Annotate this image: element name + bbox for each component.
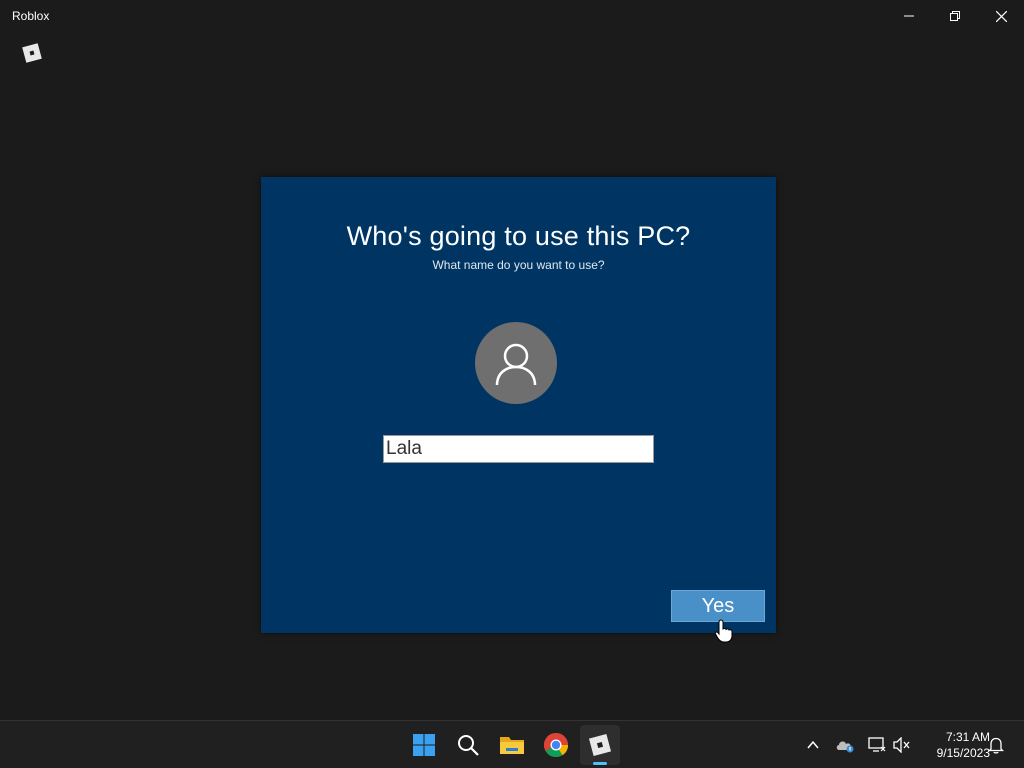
minimize-button[interactable]: [886, 0, 932, 32]
clock-time: 7:31 AM: [945, 730, 990, 744]
active-app-indicator: [593, 762, 607, 765]
roblox-taskbar-button[interactable]: [580, 725, 620, 765]
user-icon: [495, 343, 537, 386]
bell-icon: [988, 737, 1004, 754]
hand-cursor-icon: [714, 619, 733, 643]
minimize-icon: [904, 15, 914, 17]
roblox-menu-button[interactable]: [19, 40, 45, 66]
network-button[interactable]: [865, 733, 889, 757]
yes-button[interactable]: Yes: [671, 590, 765, 622]
folder-icon: [500, 737, 524, 754]
avatar: [475, 322, 557, 404]
close-button[interactable]: [978, 0, 1024, 32]
search-icon: [458, 735, 479, 756]
taskbar: 7:31 AM 9/15/2023: [0, 720, 1024, 768]
taskbar-search-button[interactable]: [448, 725, 488, 765]
onedrive-button[interactable]: [833, 733, 857, 757]
network-icon: [868, 737, 886, 752]
dialog-title: Who's going to use this PC?: [346, 221, 691, 251]
notifications-button[interactable]: [984, 733, 1008, 757]
maximize-icon: [950, 11, 960, 21]
chrome-button[interactable]: [536, 725, 576, 765]
name-input[interactable]: [383, 435, 654, 463]
start-button[interactable]: [404, 725, 444, 765]
file-explorer-button[interactable]: [492, 725, 532, 765]
setup-dialog: Who's going to use this PC? What name do…: [261, 177, 776, 633]
volume-button[interactable]: [890, 733, 914, 757]
close-icon: [995, 10, 1007, 22]
maximize-button[interactable]: [932, 0, 978, 32]
chrome-icon: [543, 733, 568, 758]
chevron-up-icon: [807, 740, 819, 749]
volume-muted-icon: [893, 737, 910, 753]
onedrive-icon: [836, 741, 854, 753]
dialog-subtitle: What name do you want to use?: [432, 258, 605, 272]
title-bar: Roblox: [0, 0, 1024, 32]
window-title: Roblox: [12, 9, 50, 23]
roblox-logo-icon: [588, 733, 612, 757]
clock-date: 9/15/2023: [936, 746, 990, 760]
roblox-logo-icon: [22, 43, 42, 63]
taskbar-clock[interactable]: 7:31 AM 9/15/2023: [918, 729, 990, 761]
show-hidden-icons-button[interactable]: [801, 733, 825, 757]
windows-logo-icon: [413, 734, 435, 756]
